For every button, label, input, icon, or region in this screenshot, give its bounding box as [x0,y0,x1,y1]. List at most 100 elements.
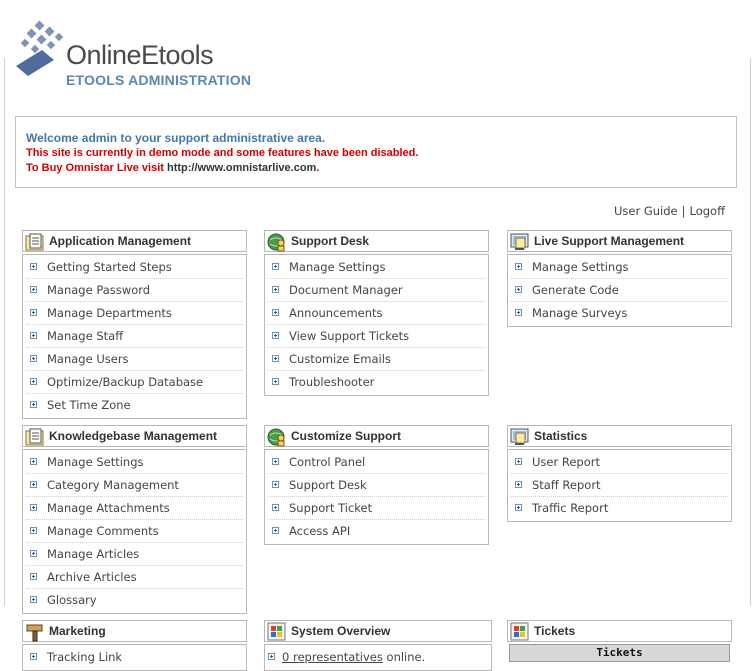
menu-item-customize-emails[interactable]: Customize Emails [268,348,485,371]
menu-item-manage-surveys[interactable]: Manage Surveys [511,302,728,324]
panel-header: Marketing [22,620,247,642]
expand-icon [30,573,37,580]
menu-item-set-time-zone[interactable]: Set Time Zone [26,394,243,416]
expand-icon [272,355,279,362]
menu-item-label: Support Desk [289,478,367,492]
panel-menu: Manage Settings Document Manager Announc… [264,254,489,396]
panel-title: Application Management [49,234,192,248]
menu-item-manage-departments[interactable]: Manage Departments [26,302,243,325]
menu-item-label: Getting Started Steps [47,260,172,274]
panel-menu: Control Panel Support Desk Support Ticke… [264,449,489,545]
menu-item-staff-report[interactable]: Staff Report [511,474,728,497]
menu-item-manage-users[interactable]: Manage Users [26,348,243,371]
menu-item-optimize-backup[interactable]: Optimize/Backup Database [26,371,243,394]
demo-mode-notice: This site is currently in demo mode and … [26,147,419,159]
menu-item-access-api[interactable]: Access API [268,520,485,542]
menu-item-manage-comments[interactable]: Manage Comments [26,520,243,543]
menu-item-label: Category Management [47,478,179,492]
panel-title: Customize Support [291,429,401,443]
menu-item-support-ticket[interactable]: Support Ticket [268,497,485,520]
panel-menu: Manage Settings Category Management Mana… [22,449,247,614]
menu-item-label: Manage Settings [47,455,144,469]
expand-icon [30,550,37,557]
expand-icon [272,527,279,534]
online-suffix: online. [382,650,426,664]
menu-item-label: Archive Articles [47,570,137,584]
expand-icon [30,355,37,362]
menu-item-user-report[interactable]: User Report [511,451,728,474]
menu-item-generate-code[interactable]: Generate Code [511,279,728,302]
menu-item-document-manager[interactable]: Document Manager [268,279,485,302]
globe-person-icon [267,233,285,252]
logo-name: OnlineEtools [66,40,214,70]
online-representatives-link[interactable]: 0 representatives [282,650,383,664]
expand-icon [30,527,37,534]
menu-item-label: Manage Departments [47,306,172,320]
buy-notice-url[interactable]: http://www.omnistarlive.com [167,162,316,174]
menu-item-glossary[interactable]: Glossary [26,589,243,611]
menu-item-view-support-tickets[interactable]: View Support Tickets [268,325,485,348]
panel-menu: Getting Started Steps Manage Password Ma… [22,254,247,419]
logo-subtitle: ETOOLS ADMINISTRATION [66,72,252,88]
menu-item-troubleshooter[interactable]: Troubleshooter [268,371,485,393]
expand-icon [272,286,279,293]
expand-icon [30,309,37,316]
logoff-link[interactable]: Logoff [690,204,726,218]
panel-customize-support: Customize Support Control Panel Support … [264,425,489,545]
menu-item-manage-attachments[interactable]: Manage Attachments [26,497,243,520]
menu-item-traffic-report[interactable]: Traffic Report [511,497,728,519]
menu-item-label: Manage Settings [532,260,629,274]
panel-header: Support Desk [264,230,489,252]
menu-item-label: Set Time Zone [47,398,131,412]
expand-icon [30,504,37,511]
menu-item-getting-started[interactable]: Getting Started Steps [26,256,243,279]
panel-header: Statistics [507,425,732,447]
monitor-notepad-icon [510,233,529,251]
menu-item-control-panel[interactable]: Control Panel [268,451,485,474]
panel-menu: 0 representatives online. [264,644,492,671]
menu-item-manage-articles[interactable]: Manage Articles [26,543,243,566]
windows-icon [510,622,529,641]
expand-icon [30,332,37,339]
menu-item-ls-manage-settings[interactable]: Manage Settings [511,256,728,279]
buy-notice: To Buy Omnistar Live visit http://www.om… [26,161,726,176]
expand-icon [515,263,522,270]
menu-item-kb-manage-settings[interactable]: Manage Settings [26,451,243,474]
expand-icon [272,458,279,465]
menu-item-category-management[interactable]: Category Management [26,474,243,497]
menu-item-manage-staff[interactable]: Manage Staff [26,325,243,348]
panel-title: Statistics [534,429,588,443]
panel-menu: Tracking Link [22,644,247,671]
user-guide-link[interactable]: User Guide [614,204,678,218]
panel-application-management: Application Management Getting Started S… [22,230,247,419]
menu-item-cs-support-desk[interactable]: Support Desk [268,474,485,497]
menu-item-label: Optimize/Backup Database [47,375,204,389]
expand-icon [272,504,279,511]
notepad-icon [25,233,44,251]
panel-title: Live Support Management [534,234,685,248]
menu-item-archive-articles[interactable]: Archive Articles [26,566,243,589]
menu-item-label: Traffic Report [532,501,609,515]
panel-menu: User Report Staff Report Traffic Report [507,449,732,522]
menu-item-label: Manage Attachments [47,501,170,515]
menu-item-label: Staff Report [532,478,601,492]
menu-item-tracking-link[interactable]: Tracking Link [26,646,243,668]
menu-item-manage-password[interactable]: Manage Password [26,279,243,302]
top-links-separator: | [681,204,686,218]
expand-icon [515,309,522,316]
menu-item-announcements[interactable]: Announcements [268,302,485,325]
menu-item-label: Manage Password [47,283,151,297]
expand-icon [30,596,37,603]
menu-item-label: Support Ticket [289,501,373,515]
panel-header: Live Support Management [507,230,732,252]
menu-item-label: Customize Emails [289,352,391,366]
panel-header: Knowledgebase Management [22,425,247,447]
menu-item-label: Troubleshooter [289,375,375,389]
panel-header: System Overview [264,620,492,642]
menu-item-label: Access API [289,524,351,538]
expand-icon [272,332,279,339]
menu-item-sd-manage-settings[interactable]: Manage Settings [268,256,485,279]
panel-header: Customize Support [264,425,489,447]
panel-title: Tickets [534,624,576,638]
expand-icon [272,481,279,488]
